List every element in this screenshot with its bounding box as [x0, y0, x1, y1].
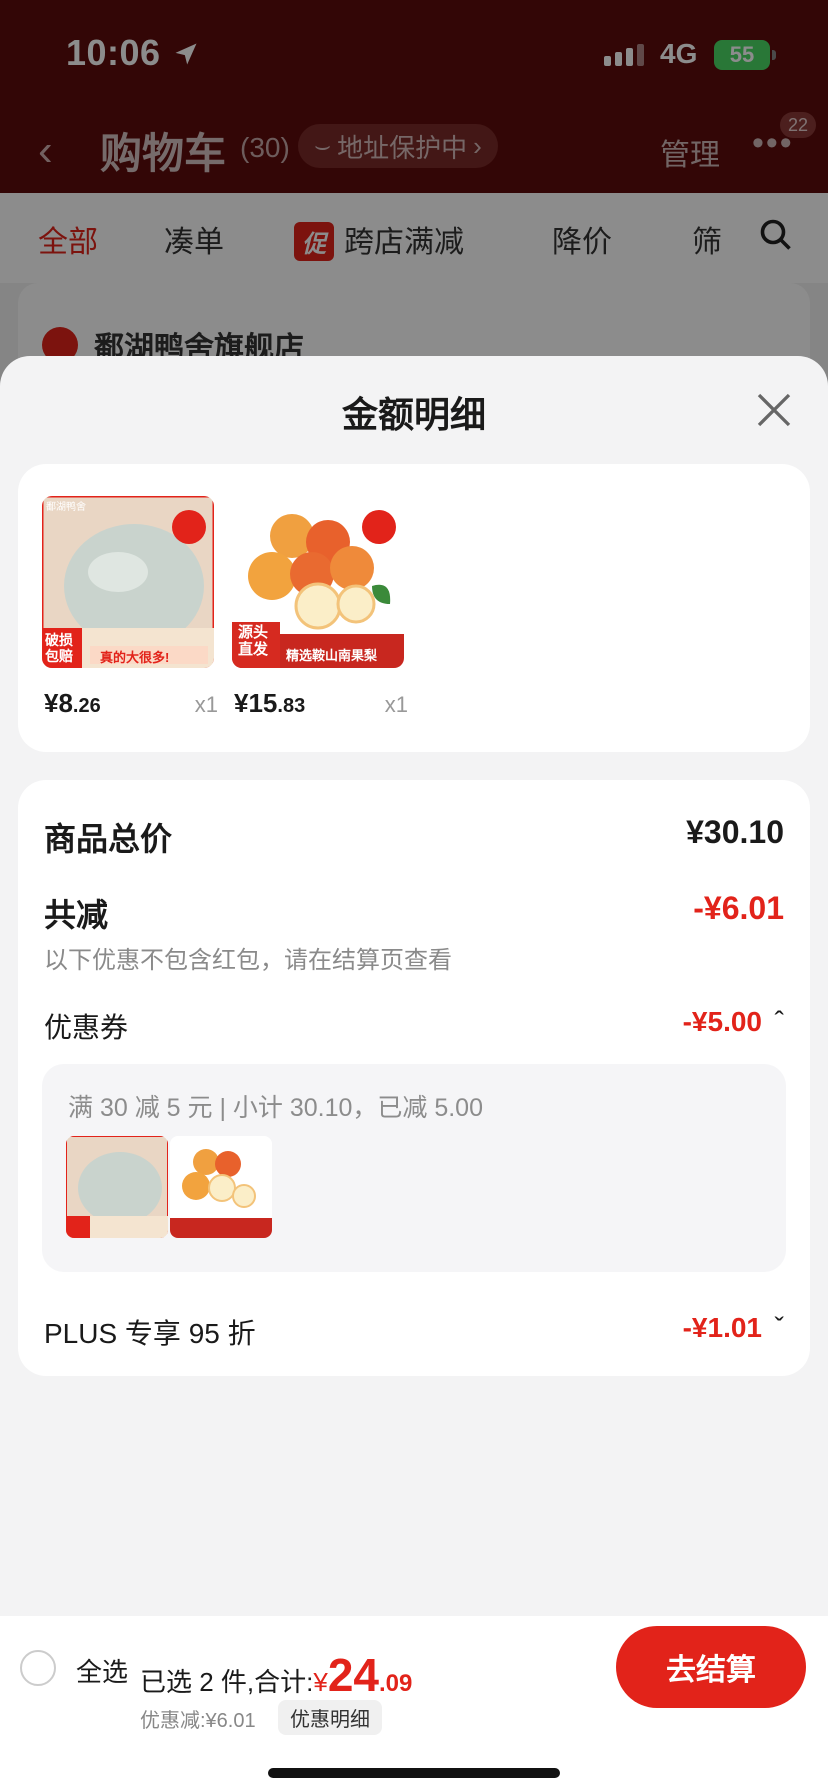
cart-page: 10:06 4G 55 ‹ 购物车 (30) ⌣ 地址保护中 › 管理 ••• 22… — [0, 0, 828, 1792]
product-item[interactable]: 源头 直发 精选鞍山南果梨 ¥15.83 x1 — [232, 496, 408, 718]
sheet-title: 金额明细 — [341, 394, 486, 435]
plus-row[interactable]: PLUS 专享 95 折 -¥1.01 ˇ — [44, 1312, 784, 1352]
product-thumb-pear: 源头 直发 精选鞍山南果梨 — [232, 496, 404, 668]
chevron-down-icon[interactable]: ˇ — [775, 1312, 784, 1344]
checkout-button[interactable]: 去结算 — [616, 1626, 806, 1708]
total-price-value: ¥30.10 — [686, 814, 784, 850]
coupon-label: 优惠券 — [44, 1012, 129, 1043]
coupon-detail-text: 满 30 减 5 元 | 小计 30.10，已减 5.00 — [68, 1094, 483, 1122]
coupon-thumb-pear — [170, 1136, 272, 1238]
discount-detail-button[interactable]: 优惠明细 — [278, 1700, 382, 1735]
discount-text: 优惠减:¥6.01 — [140, 1710, 256, 1732]
select-all-checkbox[interactable] — [20, 1650, 56, 1686]
chevron-up-icon[interactable]: ˆ — [775, 1006, 784, 1038]
select-all-label[interactable]: 全选 — [76, 1652, 128, 1689]
product-banner: 精选鞍山南果梨 — [286, 648, 378, 663]
reduction-hint: 以下优惠不包含红包，请在结算页查看 — [44, 947, 452, 974]
price-summary-card: 商品总价 ¥30.10 共减 -¥6.01 以下优惠不包含红包，请在结算页查看 … — [18, 780, 810, 1376]
damage-label-b: 包赔 — [45, 648, 73, 664]
total-dec: .09 — [379, 1670, 413, 1697]
selected-items-card: 鄱湖鸭舍 破损 包赔 真的大很多! ¥8.26 x1 源头 直发 精选鞍山南果梨… — [18, 464, 810, 752]
total-int: 24 — [327, 1649, 379, 1701]
item-price: ¥8.26 — [44, 688, 101, 718]
coupon-row[interactable]: 优惠券 -¥5.00 ˆ — [44, 1006, 784, 1046]
item-qty: x1 — [384, 692, 408, 717]
plus-value: -¥1.01 — [682, 1312, 762, 1343]
home-indicator — [268, 1768, 560, 1778]
coupon-value: -¥5.00 — [682, 1006, 762, 1037]
coupon-detail-panel: 满 30 减 5 元 | 小计 30.10，已减 5.00 — [42, 1064, 786, 1272]
selected-summary: 已选 2 件,合计:¥24.09 — [140, 1649, 413, 1701]
close-icon[interactable] — [754, 390, 794, 430]
item-price: ¥15.83 — [234, 688, 306, 718]
plus-label: PLUS 专享 95 折 — [44, 1318, 256, 1349]
origin-label-a: 源头 — [238, 624, 269, 641]
checkout-bar: 全选 已选 2 件,合计:¥24.09 优惠减:¥6.01 优惠明细 去结算 — [0, 1616, 828, 1792]
coupon-thumb-egg — [66, 1136, 168, 1238]
amount-detail-sheet: 金额明细 鄱湖鸭舍 破损 包赔 真的大很多! ¥8.26 x1 源头 直发 精选… — [0, 356, 828, 1792]
item-qty: x1 — [194, 692, 218, 717]
damage-label-a: 破损 — [45, 632, 73, 648]
product-item[interactable]: 鄱湖鸭舍 破损 包赔 真的大很多! ¥8.26 x1 — [42, 496, 218, 718]
product-thumb-egg: 鄱湖鸭舍 破损 包赔 真的大很多! — [42, 496, 214, 668]
brand-label: 鄱湖鸭舍 — [46, 502, 86, 513]
product-check-icon[interactable] — [362, 510, 396, 544]
reduction-row: 共减 -¥6.01 — [44, 890, 784, 933]
product-check-icon[interactable] — [172, 510, 206, 544]
product-banner: 真的大很多! — [100, 650, 170, 665]
reduction-value: -¥6.01 — [693, 890, 784, 926]
origin-label-b: 直发 — [238, 641, 269, 658]
total-price-row: 商品总价 ¥30.10 — [44, 814, 784, 857]
reduction-label: 共减 — [44, 897, 109, 933]
total-price-label: 商品总价 — [44, 821, 173, 857]
